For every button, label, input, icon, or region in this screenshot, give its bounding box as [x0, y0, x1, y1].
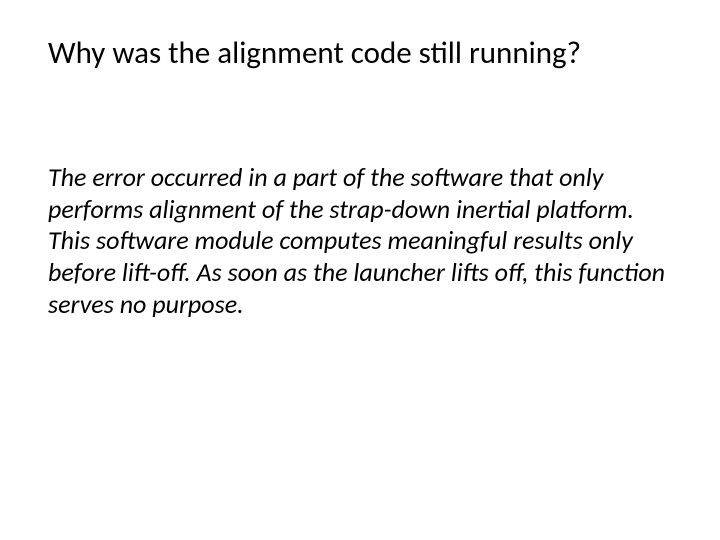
- slide: Why was the alignment code still running…: [0, 0, 720, 540]
- slide-body: The error occurred in a part of the soft…: [48, 162, 672, 321]
- slide-title: Why was the alignment code still running…: [48, 34, 672, 72]
